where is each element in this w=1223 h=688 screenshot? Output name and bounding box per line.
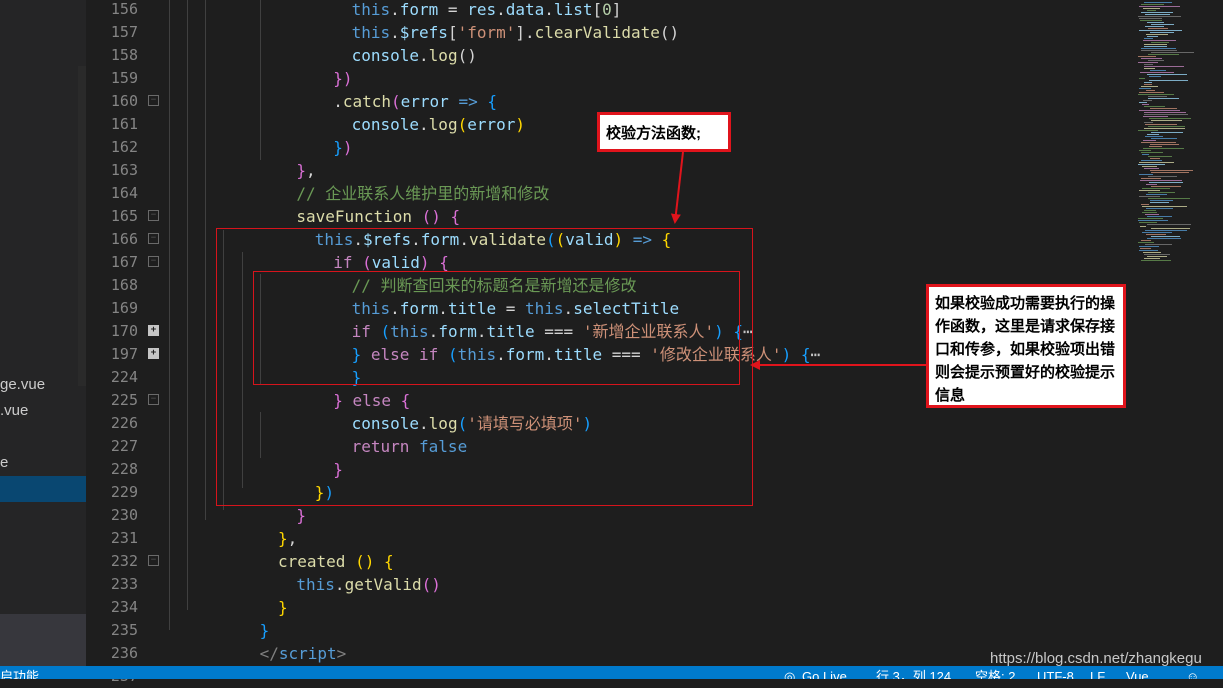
status-encoding[interactable]: UTF-8 [1037,666,1074,679]
golive-icon[interactable]: ◎ [784,666,795,679]
feedback-smiley-icon[interactable]: ☺ [1186,666,1199,679]
status-language[interactable]: Vue [1126,666,1149,679]
status-golive[interactable]: Go Live [802,666,847,679]
watermark: https://blog.csdn.net/zhangkegu [990,650,1202,667]
status-bar: 启功能 ◎ Go Live 行 3，列 124 空格: 2 UTF-8 LF V… [0,666,1223,679]
status-position[interactable]: 行 3，列 124 [876,666,951,679]
status-spaces[interactable]: 空格: 2 [975,666,1015,679]
status-eol[interactable]: LF [1090,666,1105,679]
status-left[interactable]: 启功能 [0,666,39,679]
arrow-to-validate [670,151,684,224]
annotation-arrows [670,151,926,370]
